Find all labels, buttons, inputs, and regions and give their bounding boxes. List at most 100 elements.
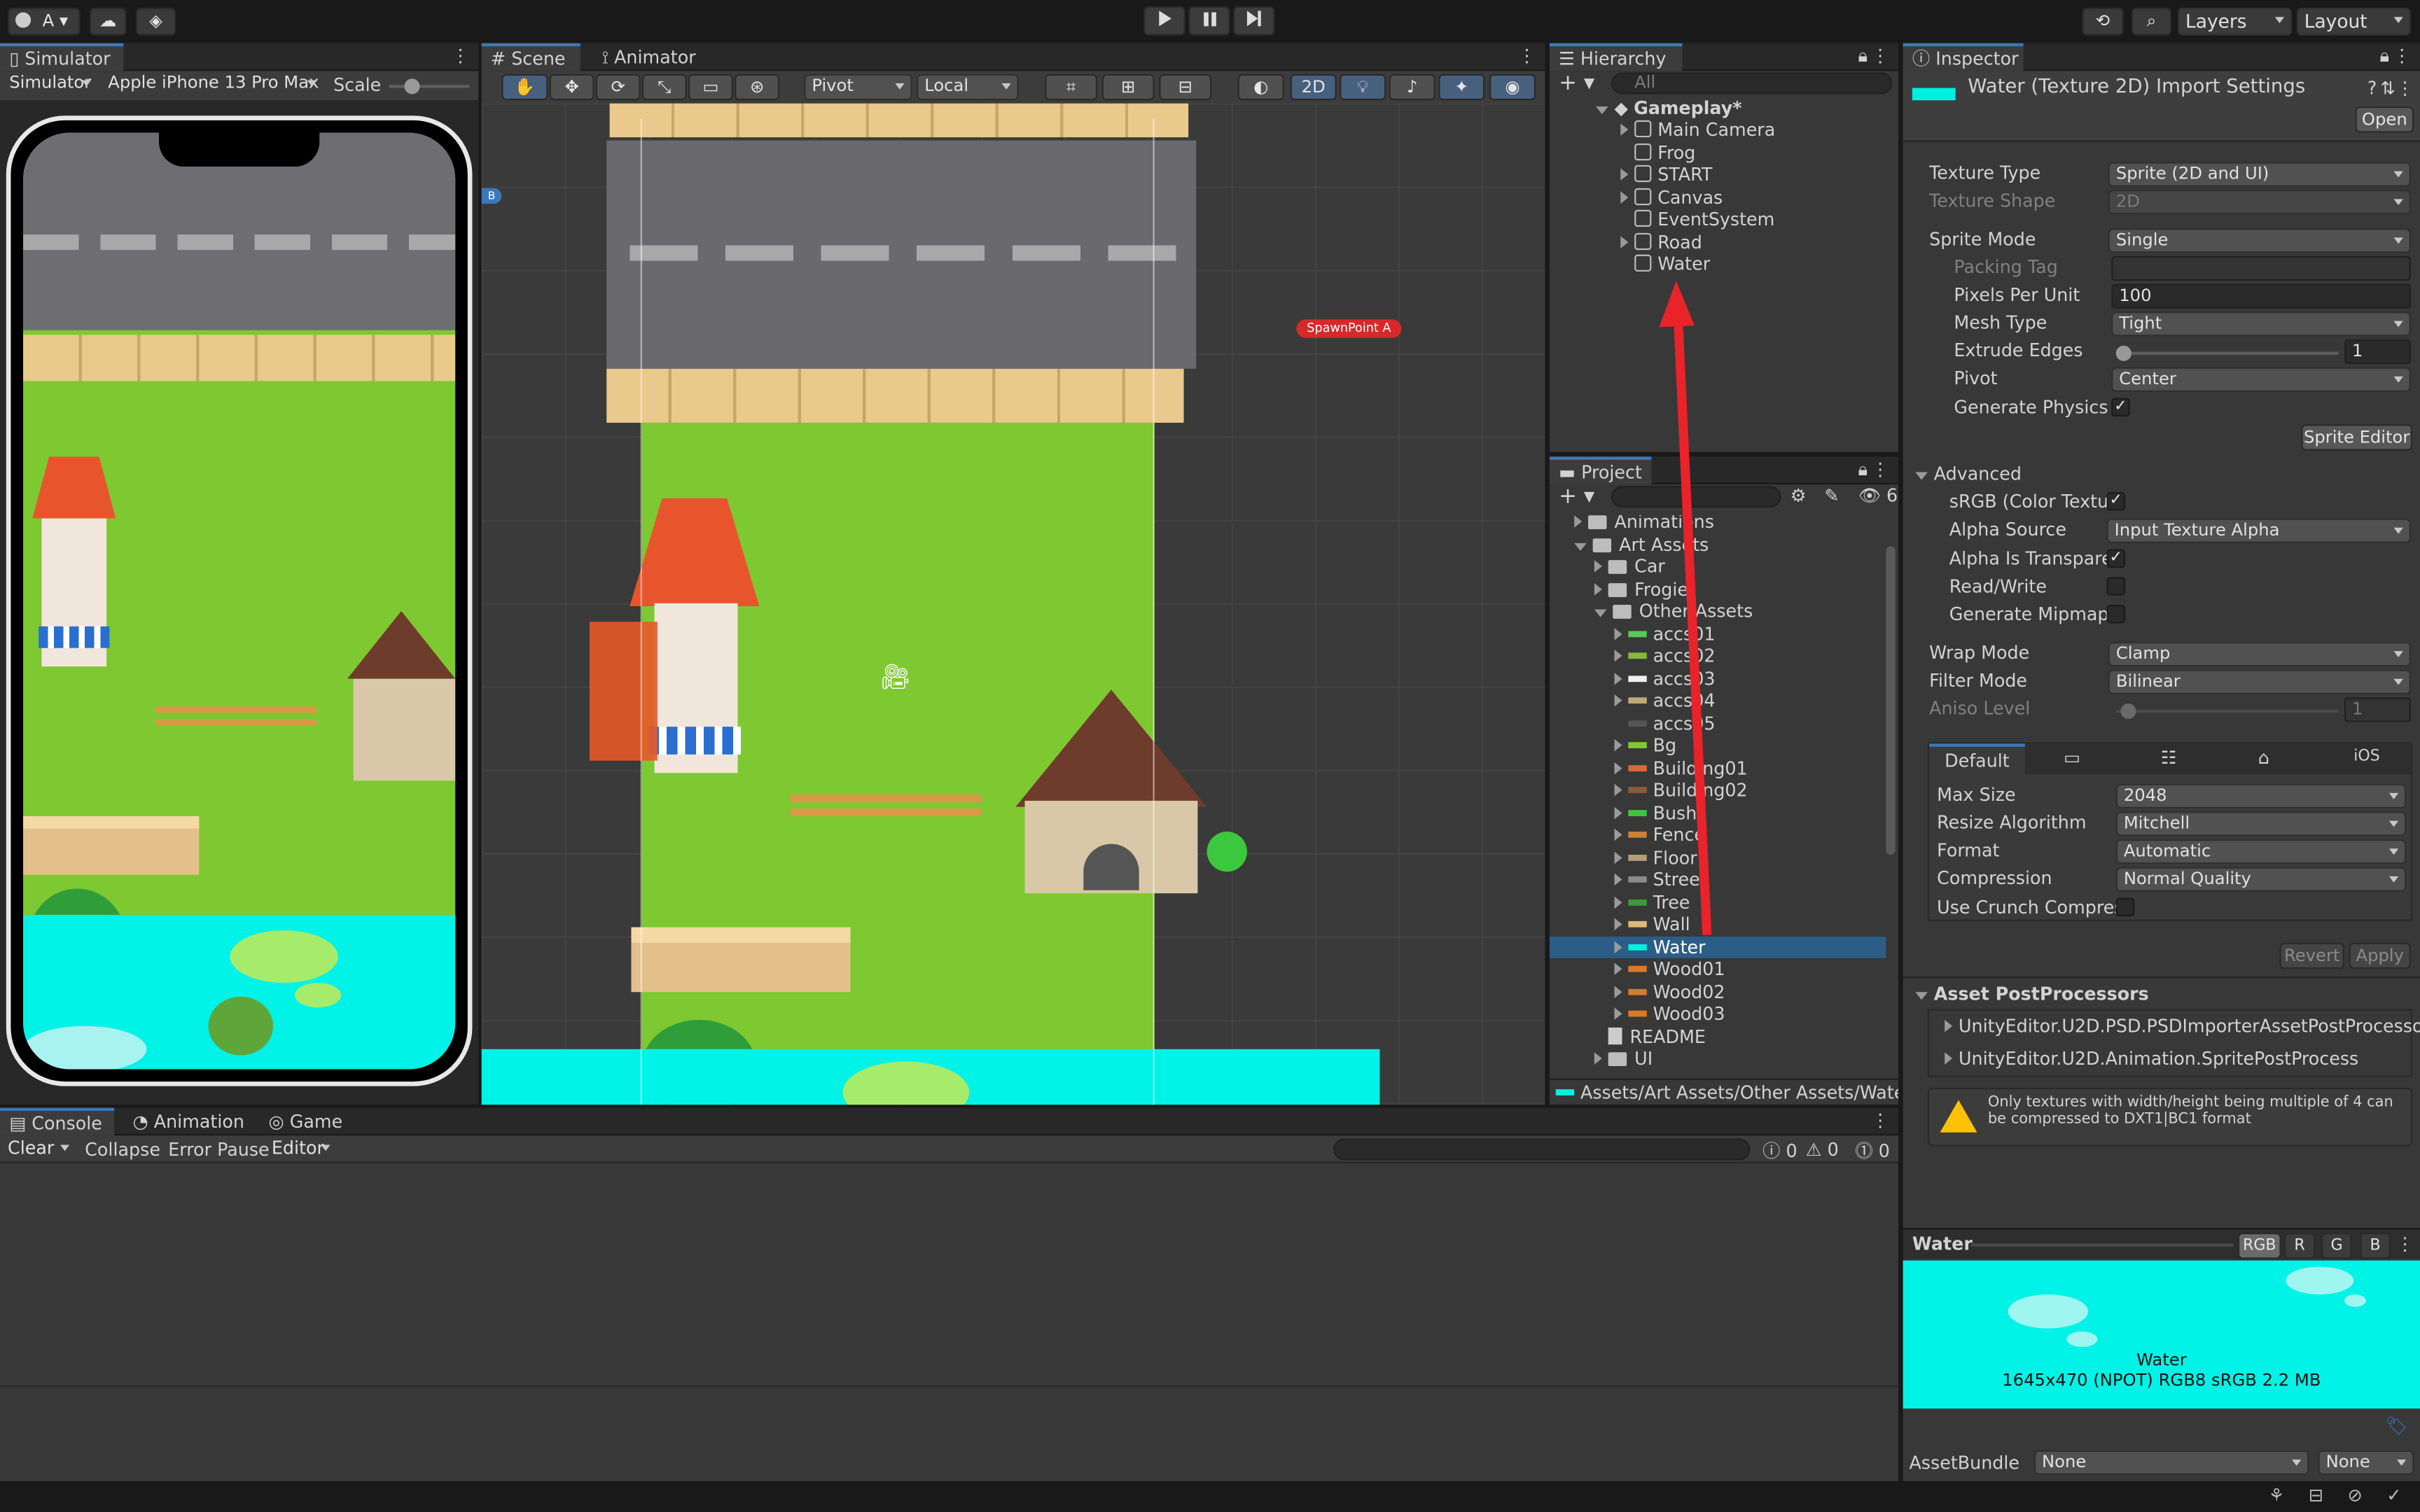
hierarchy-search[interactable]: All (1611, 72, 1893, 94)
sprite-mode-dropdown[interactable]: Single (2108, 228, 2411, 253)
tab-inspector[interactable]: ⓘ Inspector (1903, 43, 2024, 71)
postproc-foldout[interactable]: Asset PostProcessors (1915, 983, 2149, 1004)
project-item[interactable]: Building02 (1550, 779, 1886, 802)
alpha-transp-checkbox[interactable]: ✓ (2106, 549, 2126, 568)
project-item[interactable]: Wood03 (1550, 1003, 1886, 1026)
lock-icon[interactable]: 🔒︎ (2379, 45, 2389, 68)
hidden-packages-icon[interactable]: 👁︎ 6 (1858, 484, 1898, 506)
lock-icon[interactable]: 🔒︎ (1858, 458, 1868, 482)
pivot-dropdown[interactable]: Pivot (804, 74, 912, 101)
clear-dropdown[interactable]: Clear (1, 1137, 76, 1161)
crunch-checkbox[interactable] (2115, 897, 2135, 917)
ppu-field[interactable]: 100 (2111, 284, 2411, 309)
project-item[interactable]: accs04 (1550, 690, 1886, 712)
collab-icon[interactable]: ◈ (135, 8, 176, 36)
panel-menu-icon[interactable]: ⋮ (1518, 45, 1536, 66)
revert-button[interactable]: Revert (2279, 942, 2345, 969)
editor-dropdown[interactable]: Editor (265, 1137, 336, 1161)
visibility-icon[interactable]: ◉ (1489, 74, 1536, 101)
sprite-editor-button[interactable]: Sprite Editor (2301, 424, 2413, 451)
project-item[interactable]: Fence (1550, 824, 1886, 846)
hierarchy-item[interactable]: Water (1620, 253, 1898, 275)
warning-count[interactable]: ⚠ 0 (1806, 1139, 1839, 1161)
scale-tool-icon[interactable]: ⤡ (641, 74, 687, 101)
project-search[interactable] (1611, 486, 1781, 508)
panel-menu-icon[interactable]: ⋮ (1871, 1110, 1889, 1131)
more-icon[interactable]: ⋮ (2396, 77, 2414, 99)
layers-dropdown[interactable]: Layers (2177, 8, 2293, 36)
tab-animator[interactable]: ⟟ Animator (592, 43, 704, 71)
history-icon[interactable]: ⟲ (2082, 8, 2124, 36)
mesh-type-dropdown[interactable]: Tight (2111, 312, 2411, 337)
project-item[interactable]: Bg (1550, 734, 1886, 757)
local-dropdown[interactable]: Local (917, 74, 1019, 101)
extrude-slider[interactable] (2115, 345, 2339, 361)
project-item[interactable]: accs02 (1550, 645, 1886, 667)
device-dropdown[interactable]: Apple iPhone 13 Pro Max (102, 73, 322, 97)
project-item[interactable]: Art Assets (1550, 533, 1886, 556)
gen-physics-checkbox[interactable]: ✓ (2111, 398, 2130, 417)
lock-icon[interactable]: 🔒︎ (1858, 45, 1868, 68)
hierarchy-root[interactable]: ◆ Gameplay* (1596, 97, 1898, 120)
extrude-field[interactable]: 1 (2344, 339, 2411, 365)
rotate-tool-icon[interactable]: ⟳ (595, 74, 641, 101)
error-pause-button[interactable]: Error Pause (168, 1139, 269, 1161)
move-tool-icon[interactable]: ✥ (549, 74, 594, 101)
collapse-button[interactable]: Collapse (85, 1139, 160, 1161)
assetbundle-variant-dropdown[interactable]: None (2318, 1450, 2414, 1476)
hand-tool-icon[interactable]: ✋ (501, 74, 548, 101)
scale-slider[interactable] (389, 78, 470, 94)
tab-project[interactable]: ▬ Project (1549, 456, 1652, 485)
channel-g[interactable]: G (2321, 1233, 2353, 1259)
srgb-checkbox[interactable]: ✓ (2106, 492, 2126, 511)
project-item[interactable]: accs05 (1550, 712, 1886, 734)
project-item[interactable]: Building01 (1550, 757, 1886, 779)
preview-menu-icon[interactable]: ⋮ (2396, 1233, 2414, 1254)
channel-b[interactable]: B (2360, 1233, 2391, 1259)
project-item[interactable]: accs03 (1550, 667, 1886, 690)
error-count[interactable]: ⓵ 0 (1855, 1139, 1890, 1163)
status-icons[interactable]: ⚘ ⊟ ⊘ ✓ (2269, 1484, 2411, 1506)
hierarchy-item[interactable]: Main Camera (1620, 119, 1898, 141)
tab-platform-default[interactable]: Default (1929, 743, 2025, 775)
monitor-icon[interactable]: ▭ (2064, 747, 2080, 769)
log-count[interactable]: ⓘ 0 (1762, 1139, 1797, 1163)
panel-menu-icon[interactable]: ⋮ (1871, 45, 1889, 66)
rect-tool-icon[interactable]: ▭ (688, 74, 733, 101)
settings-icon[interactable]: ⇅ (2381, 77, 2395, 99)
panel-menu-icon[interactable]: ⋮ (452, 45, 469, 66)
help-icon[interactable]: ? (2367, 77, 2377, 99)
hierarchy-item[interactable]: START (1620, 164, 1898, 186)
alpha-source-dropdown[interactable]: Input Texture Alpha (2106, 518, 2411, 543)
play-button[interactable] (1143, 6, 1185, 36)
project-item[interactable]: Wall (1550, 913, 1886, 936)
project-item[interactable]: Frogie (1550, 578, 1886, 600)
pivot-dropdown[interactable]: Center (2111, 367, 2411, 392)
project-item[interactable]: accs01 (1550, 622, 1886, 645)
filter-dropdown[interactable]: Bilinear (2108, 669, 2411, 694)
channel-r[interactable]: R (2284, 1233, 2316, 1259)
transform-tool-icon[interactable]: ⊛ (735, 74, 780, 101)
tab-hierarchy[interactable]: ☰ Hierarchy (1549, 43, 1683, 71)
search-icon[interactable]: ⌕ (2131, 8, 2172, 36)
audio-icon[interactable]: ♪ (1389, 74, 1435, 101)
server-icon[interactable]: ☷ (2161, 747, 2177, 769)
project-item[interactable]: Animations (1550, 515, 1886, 533)
project-item[interactable]: Water (1549, 935, 1886, 958)
extrude-knob[interactable] (2115, 345, 2132, 361)
ruler-icon[interactable]: ⊟ (1159, 74, 1212, 101)
advanced-foldout[interactable]: Advanced (1915, 463, 2022, 484)
readwrite-checkbox[interactable] (2106, 577, 2126, 596)
open-button[interactable]: Open (2355, 106, 2414, 133)
mipmaps-checkbox[interactable] (2106, 605, 2126, 624)
tab-scene[interactable]: # Scene (481, 43, 580, 71)
effects-icon[interactable]: ✦ (1438, 74, 1485, 101)
postproc-item[interactable]: UnityEditor.U2D.PSD.PSDImporterAssetPost… (1945, 1015, 2420, 1037)
preview-mip-slider[interactable] (1970, 1243, 2234, 1247)
project-item[interactable]: Bush (1550, 802, 1886, 824)
label-icon[interactable]: ✎ (1824, 484, 1839, 506)
project-item[interactable]: Car (1550, 555, 1886, 578)
add-icon[interactable]: + ▾ (1559, 71, 1594, 95)
apply-button[interactable]: Apply (2349, 942, 2411, 969)
step-button[interactable] (1233, 6, 1275, 36)
